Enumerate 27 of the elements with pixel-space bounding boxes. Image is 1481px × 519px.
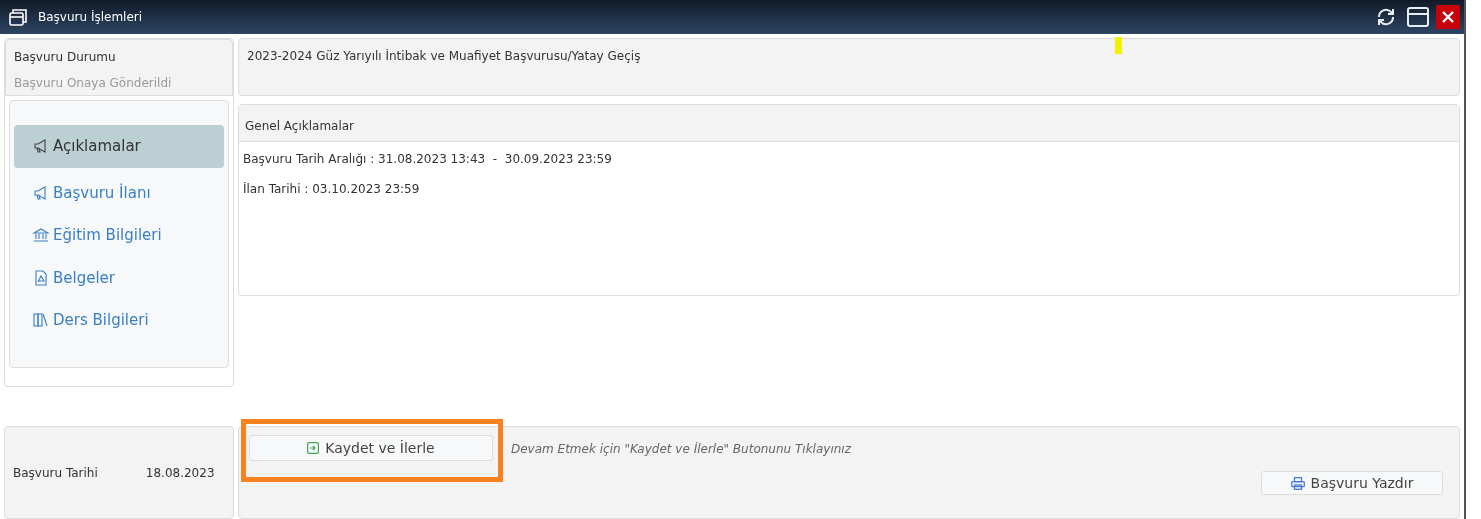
enter-icon xyxy=(307,442,320,454)
bank-icon xyxy=(32,227,50,244)
pdf-icon xyxy=(32,269,50,286)
books-icon xyxy=(32,312,50,329)
menu-item[interactable]: Ders Bilgileri xyxy=(14,299,224,342)
print-button[interactable]: Başvuru Yazdır xyxy=(1261,471,1443,495)
marker-mark xyxy=(1115,37,1122,54)
status-value: Başvuru Onaya Gönderildi xyxy=(14,75,173,92)
save-button[interactable]: Kaydet ve İlerle xyxy=(249,435,493,461)
info-line: Başvuru Tarih Aralığı : 31.08.2023 13:43 - 30.09.2023 23:59 xyxy=(243,151,613,168)
printer-icon xyxy=(1290,476,1305,490)
close-button[interactable] xyxy=(1436,5,1460,29)
date-value: 18.08.2023 xyxy=(145,464,215,482)
menu-item[interactable]: Açıklamalar xyxy=(14,125,224,168)
menu-item[interactable]: Başvuru İlanı xyxy=(14,171,224,214)
info-line: İlan Tarihi : 03.10.2023 23:59 xyxy=(243,181,421,198)
application-title: 2023-2024 Güz Yarıyılı İntibak ve Muafiyet Başvurusu/Yatay Geçiş xyxy=(247,49,641,63)
card-header: Genel Açıklamalar xyxy=(245,119,355,133)
maximize-icon[interactable] xyxy=(1404,4,1432,30)
close-icon xyxy=(1442,11,1454,23)
hint-text: Devam Etmek için "Kaydet ve İlerle" Butonunu Tıklayınız xyxy=(511,441,851,458)
window-title: Başvuru İşlemleri xyxy=(38,9,143,26)
menu-item[interactable]: Belgeler xyxy=(14,256,224,299)
status-label: Başvuru Durumu xyxy=(14,49,117,66)
windows-icon xyxy=(8,7,30,27)
menu-item[interactable]: Eğitim Bilgileri xyxy=(14,214,224,257)
date-label: Başvuru Tarihi xyxy=(13,464,98,482)
